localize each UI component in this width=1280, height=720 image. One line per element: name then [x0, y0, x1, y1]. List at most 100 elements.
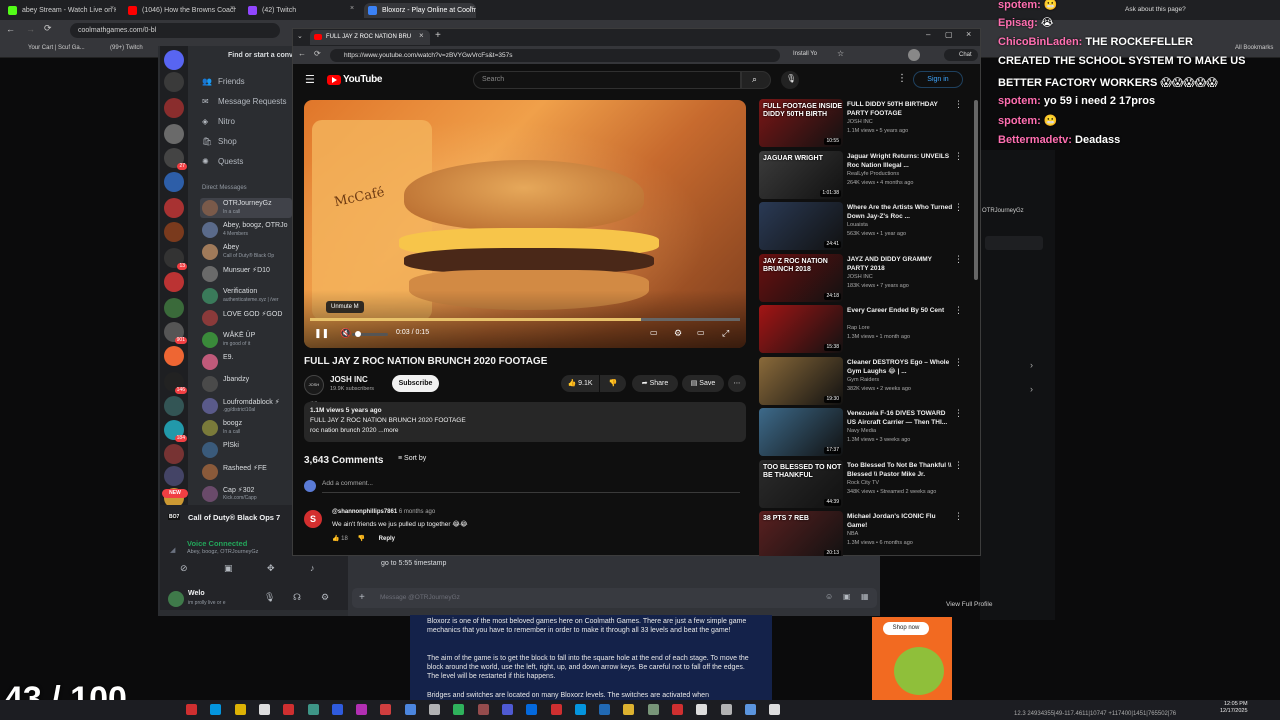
taskbar-app-icon[interactable] — [404, 704, 416, 715]
dm-item[interactable]: PlSki — [200, 440, 292, 460]
dm-item[interactable]: E9. — [200, 352, 292, 372]
taskbar-app-icon[interactable] — [429, 704, 440, 715]
taskbar-app-icon[interactable] — [574, 704, 586, 715]
video-thumbnail[interactable]: 19:30 — [759, 356, 843, 405]
camera-off-icon[interactable]: ⊘ — [180, 563, 188, 574]
taskbar-app-icon[interactable] — [356, 704, 368, 715]
recommended-video[interactable]: JAY Z ROC NATION BRUNCH 2018 24:18 JAYZ AN… — [759, 253, 969, 302]
taskbar-app-icon[interactable] — [696, 704, 708, 715]
chat-user[interactable]: Episag: — [998, 17, 1038, 29]
comment-user[interactable]: @shannonphillips7861 — [332, 509, 397, 515]
rec-channel[interactable]: Rap Lore — [847, 325, 870, 331]
search-button[interactable]: ⌕ — [741, 71, 771, 89]
rec-channel[interactable]: Navy Media — [847, 428, 876, 434]
dm-item[interactable]: Abey, boogz, OTRJo 4 Members — [200, 220, 292, 240]
thumbs-down-icon[interactable]: 👎 — [358, 536, 365, 542]
description-line[interactable]: roc nation brunch 2020 ...more — [310, 427, 399, 434]
bookmark-item[interactable]: (99+) Twitch — [110, 45, 143, 51]
minimize-icon[interactable]: – — [926, 30, 930, 39]
settings-gear-icon[interactable]: ⚙ — [674, 328, 682, 339]
apps-icon[interactable]: ▦ — [861, 592, 869, 601]
server-icon[interactable] — [164, 346, 184, 366]
server-icon[interactable]: 27 — [164, 148, 187, 170]
dm-item[interactable]: WÅKĒ ÜP im good of it — [200, 330, 292, 350]
outer-tab[interactable]: (1046) How the Browns Coach — [124, 3, 236, 18]
voice-search-button[interactable]: 🎙 — [781, 71, 799, 89]
sort-by-button[interactable]: ≡ Sort by — [398, 455, 426, 462]
add-attachment-icon[interactable]: + — [359, 592, 365, 603]
taskbar-app-icon[interactable] — [477, 704, 489, 715]
close-tab-icon[interactable]: × — [350, 5, 354, 12]
add-comment-input[interactable]: Add a comment... — [322, 480, 373, 487]
rec-title[interactable]: Where Are the Artists Who Turned Down Ja… — [847, 203, 953, 221]
server-icon[interactable] — [164, 124, 184, 144]
taskbar-app-icon[interactable] — [283, 704, 295, 715]
video-thumbnail[interactable]: JAGUAR WRIGHT 1:01:38 — [759, 150, 843, 199]
dislike-button[interactable]: 👎 — [600, 375, 626, 392]
back-icon[interactable]: ← — [298, 49, 306, 58]
settings-gear-icon[interactable]: ⚙ — [321, 592, 329, 603]
sticker-icon[interactable]: ▣ — [843, 592, 851, 601]
server-icon[interactable] — [164, 172, 184, 192]
taskbar-app-icon[interactable] — [453, 704, 465, 715]
rec-title[interactable]: Every Career Ended By 50 Cent — [847, 306, 953, 315]
video-thumbnail[interactable]: TOO BLESSED TO NOT BE THANKFUL 44:39 — [759, 459, 843, 508]
close-window-icon[interactable]: × — [966, 29, 971, 39]
server-icon[interactable] — [164, 98, 184, 118]
server-icon[interactable]: 13 — [164, 248, 187, 270]
recommended-video[interactable]: 38 PTS 7 REB 20:13 Michael Jordan's ICONIC… — [759, 511, 969, 559]
server-icon[interactable] — [164, 72, 184, 92]
taskbar-app-icon[interactable] — [744, 704, 756, 715]
forward-icon[interactable]: → — [26, 24, 35, 34]
subscribe-button[interactable]: Subscribe — [392, 375, 439, 392]
server-icon[interactable]: 184 — [164, 420, 187, 442]
more-actions-button[interactable]: ⋯ — [728, 375, 746, 392]
rec-title[interactable]: JAYZ AND DIDDY GRAMMY PARTY 2018 — [847, 255, 953, 273]
muted-volume-icon[interactable]: 🔇 — [340, 328, 351, 339]
rec-channel[interactable]: RealLyfe Productions — [847, 171, 899, 177]
dm-item[interactable]: Jbandzy — [200, 374, 292, 394]
chat-user[interactable]: ChicoBinLaden: — [998, 36, 1082, 48]
taskbar-app-icon[interactable] — [769, 704, 781, 715]
new-tab-icon[interactable]: + — [435, 30, 441, 41]
fullscreen-icon[interactable]: ⤢ — [722, 328, 729, 339]
close-tab-icon[interactable]: × — [470, 5, 474, 12]
more-vert-icon[interactable]: ⋮ — [954, 99, 963, 110]
all-bookmarks[interactable]: All Bookmarks — [1235, 45, 1273, 51]
server-icon[interactable] — [164, 272, 184, 292]
taskbar-app-icon[interactable] — [599, 704, 611, 715]
taskbar-app-icon[interactable] — [720, 704, 732, 715]
find-conversation-input[interactable]: Find or start a conve — [228, 52, 297, 59]
video-thumbnail[interactable]: FULL FOOTAGE INSIDE DIDDY 50TH BIRTH 10:5… — [759, 99, 843, 147]
more-vert-icon[interactable]: ⋮ — [897, 73, 907, 84]
theater-icon[interactable]: ▭ — [697, 328, 705, 337]
taskbar-app-icon[interactable] — [672, 704, 683, 715]
discord-nav-item[interactable]: ◈ Nitro — [202, 117, 235, 126]
outer-tab[interactable]: Bloxorz - Play Online at Coolm — [364, 3, 476, 18]
channel-name[interactable]: JOSH INC — [330, 375, 368, 384]
dm-item[interactable]: Verification authenticateme.xyz | /ver — [200, 286, 292, 306]
more-vert-icon[interactable]: ⋮ — [954, 151, 963, 162]
screen-share-icon[interactable]: ▣ — [224, 563, 233, 574]
taskbar-app-icon[interactable] — [623, 704, 635, 715]
chevron-right-icon[interactable]: › — [1030, 384, 1033, 394]
outer-tab[interactable]: abey Stream - Watch Live on K — [4, 3, 116, 18]
more-vert-icon[interactable]: ⋮ — [954, 408, 963, 419]
rec-channel[interactable]: JOSH INC — [847, 119, 873, 125]
bookmark-item[interactable]: Your Cart | Scuf Ga... — [28, 45, 85, 51]
reply-button[interactable]: Reply — [379, 536, 395, 542]
recommended-video[interactable]: TOO BLESSED TO NOT BE THANKFUL 44:39 Too B… — [759, 459, 969, 508]
outer-url-field[interactable]: coolmathgames.com/0-bl — [70, 23, 280, 38]
server-icon[interactable]: 146 — [164, 372, 187, 394]
taskbar-app-icon[interactable] — [307, 704, 319, 715]
reload-icon[interactable]: ⟳ — [314, 49, 321, 58]
maximize-icon[interactable]: ▢ — [945, 30, 953, 39]
save-button[interactable]: ▤ Save — [682, 375, 724, 392]
scrollbar-thumb[interactable] — [974, 100, 978, 280]
discord-nav-item[interactable]: 👥 Friends — [202, 77, 245, 86]
profile-avatar[interactable] — [908, 49, 920, 61]
search-input[interactable]: Search — [473, 71, 741, 89]
more-vert-icon[interactable]: ⋮ — [954, 202, 963, 213]
view-profile-link[interactable]: View Full Profile — [946, 601, 992, 608]
soundboard-icon[interactable]: ♪ — [310, 563, 315, 573]
